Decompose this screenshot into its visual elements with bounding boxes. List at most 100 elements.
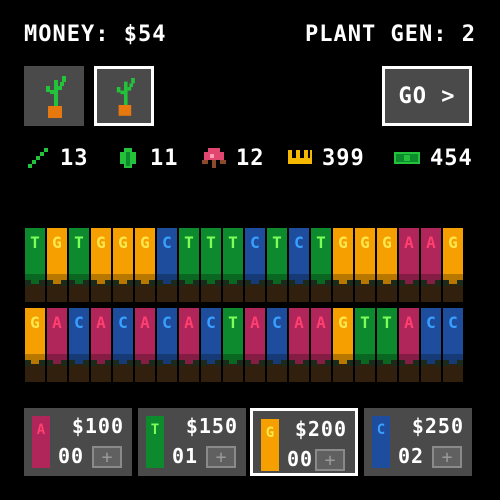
crown-icon <box>288 150 312 164</box>
gene-letter: T <box>74 233 84 252</box>
plant-slot-1[interactable] <box>24 66 84 126</box>
gene-letter: G <box>30 313 40 332</box>
gene-c[interactable]: C <box>156 228 178 302</box>
stat-leaf-value: 11 <box>150 145 179 171</box>
gene-c[interactable]: C <box>156 308 178 382</box>
plant-slot-2[interactable] <box>94 66 154 126</box>
stick-icon <box>28 148 48 168</box>
gene-t[interactable]: T <box>178 228 200 302</box>
gene-t[interactable]: T <box>24 228 46 302</box>
gene-g[interactable]: G <box>90 228 112 302</box>
gene-g[interactable]: G <box>134 228 156 302</box>
gene-letter: C <box>250 233 260 252</box>
shop-card-g[interactable]: G $200 00 + <box>250 408 358 476</box>
gene-t[interactable]: T <box>222 308 244 382</box>
shop-card-c[interactable]: C $250 02 + <box>364 408 472 476</box>
gene-t[interactable]: T <box>200 228 222 302</box>
gene-c[interactable]: C <box>288 228 310 302</box>
shop-card-count: 00 <box>58 444 85 468</box>
shop-card-price: $100 <box>71 414 124 438</box>
potted-plant-icon <box>46 76 66 118</box>
gene-letter: A <box>316 313 326 332</box>
gene-c[interactable]: C <box>68 308 90 382</box>
gene-g[interactable]: G <box>112 228 134 302</box>
gene-letter: G <box>52 233 62 252</box>
add-button[interactable]: + <box>206 446 236 468</box>
base-a-icon: A <box>32 416 50 468</box>
gene-c[interactable]: C <box>420 308 442 382</box>
gene-letter: T <box>30 233 40 252</box>
gene-letter: T <box>228 313 238 332</box>
stat-flower: 12 <box>200 144 265 172</box>
gene-c[interactable]: C <box>200 308 222 382</box>
gene-c[interactable]: C <box>244 228 266 302</box>
gene-t[interactable]: T <box>222 228 244 302</box>
gene-letter: T <box>228 233 238 252</box>
gene-letter: C <box>118 313 128 332</box>
gene-letter: T <box>184 233 194 252</box>
stat-crown: 399 <box>286 144 365 172</box>
gene-letter: A <box>404 313 414 332</box>
gene-letter: G <box>338 313 348 332</box>
stat-crown-value: 399 <box>322 145 365 171</box>
gene-a[interactable]: A <box>178 308 200 382</box>
gene-letter: G <box>338 233 348 252</box>
stat-stick: 13 <box>24 144 89 172</box>
gene-a[interactable]: A <box>288 308 310 382</box>
gene-letter: C <box>448 313 458 332</box>
gene-a[interactable]: A <box>398 228 420 302</box>
gene-t[interactable]: T <box>376 308 398 382</box>
stat-stick-value: 13 <box>60 145 89 171</box>
gene-g[interactable]: G <box>354 228 376 302</box>
gene-a[interactable]: A <box>420 228 442 302</box>
gene-letter: A <box>294 313 304 332</box>
gene-a[interactable]: A <box>244 308 266 382</box>
gene-a[interactable]: A <box>310 308 332 382</box>
gene-g[interactable]: G <box>46 228 68 302</box>
gene-g[interactable]: G <box>332 308 354 382</box>
gene-letter: C <box>162 313 172 332</box>
money-display: MONEY: $54 <box>24 22 167 47</box>
shop-card-price: $200 <box>294 417 347 441</box>
go-button[interactable]: GO > <box>382 66 472 126</box>
base-t-icon: T <box>146 416 164 468</box>
shop-card-count: 01 <box>172 444 199 468</box>
add-button[interactable]: + <box>432 446 462 468</box>
gene-g[interactable]: G <box>376 228 398 302</box>
gene-g[interactable]: G <box>24 308 46 382</box>
gene-t[interactable]: T <box>310 228 332 302</box>
gene-letter: T <box>360 313 370 332</box>
gene-c[interactable]: C <box>442 308 464 382</box>
gene-letter: A <box>404 233 414 252</box>
shop-card-a[interactable]: A $100 00 + <box>24 408 132 476</box>
gene-t[interactable]: T <box>68 228 90 302</box>
stat-cash: 454 <box>392 144 473 172</box>
add-button[interactable]: + <box>92 446 122 468</box>
gene-a[interactable]: A <box>90 308 112 382</box>
gene-letter: A <box>52 313 62 332</box>
gene-t[interactable]: T <box>266 228 288 302</box>
genome-row-2: GACACACACTACAAGTTACC <box>24 308 464 382</box>
stat-leaf: 11 <box>114 144 179 172</box>
base-g-icon: G <box>261 419 279 471</box>
flower-icon <box>202 148 226 168</box>
gene-g[interactable]: G <box>442 228 464 302</box>
gene-t[interactable]: T <box>354 308 376 382</box>
stat-flower-value: 12 <box>236 145 265 171</box>
shop-card-price: $250 <box>411 414 464 438</box>
gene-c[interactable]: C <box>266 308 288 382</box>
cash-icon <box>394 152 420 164</box>
add-button[interactable]: + <box>315 449 345 471</box>
gene-letter: A <box>250 313 260 332</box>
gene-letter: C <box>272 313 282 332</box>
shop-card-t[interactable]: T $150 01 + <box>138 408 246 476</box>
gene-c[interactable]: C <box>112 308 134 382</box>
gene-a[interactable]: A <box>46 308 68 382</box>
gene-a[interactable]: A <box>134 308 156 382</box>
gene-letter: A <box>426 233 436 252</box>
gene-g[interactable]: G <box>332 228 354 302</box>
gene-a[interactable]: A <box>398 308 420 382</box>
shop-card-price: $150 <box>185 414 238 438</box>
gene-letter: C <box>206 313 216 332</box>
gene-letter: C <box>294 233 304 252</box>
